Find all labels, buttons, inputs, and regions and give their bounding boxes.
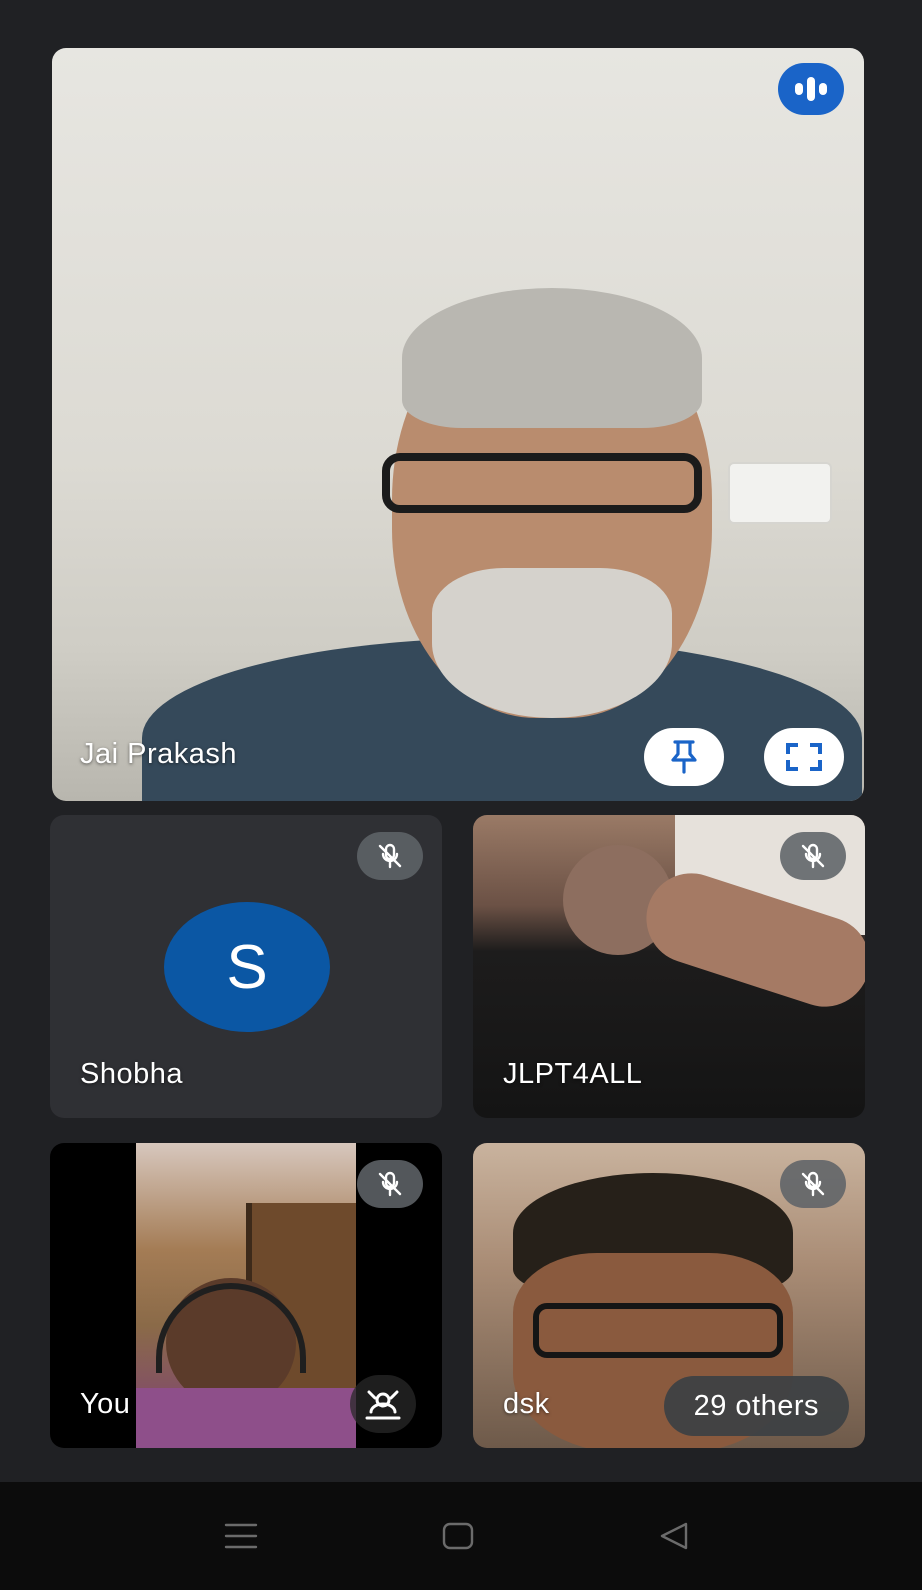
participant-name: You [80,1388,131,1420]
speaker-glasses [382,453,702,513]
participant-name: Jai Prakash [80,738,238,770]
back-icon [660,1522,688,1550]
participant-name: JLPT4ALL [503,1058,643,1090]
participant-tile-jlpt4all[interactable]: JLPT4ALL [473,815,865,1118]
mic-off-icon [357,1160,423,1208]
participant-name: Shobha [80,1058,183,1090]
back-button[interactable] [648,1510,700,1562]
camera-switch-button[interactable] [350,1375,416,1433]
mic-off-icon [780,832,846,880]
pin-button[interactable] [644,728,724,786]
menu-button[interactable] [215,1510,267,1562]
participant-tile-self[interactable]: You [50,1143,442,1448]
avatar-initial: S [226,932,268,1002]
mic-off-icon [357,832,423,880]
mic-off-icon [780,1160,846,1208]
pin-icon [671,740,697,774]
fullscreen-icon [786,743,822,771]
fullscreen-button[interactable] [764,728,844,786]
home-button[interactable] [432,1510,484,1562]
speaking-indicator-icon [778,63,844,115]
participant-glasses [533,1303,783,1358]
avatar: S [164,902,330,1032]
system-navigation-bar [0,1482,922,1590]
participant-tile-shobha[interactable]: S Shobha [50,815,442,1118]
speaker-beard [432,568,672,718]
home-icon [442,1522,474,1550]
camera-switch-icon [365,1390,401,1420]
wall-socket [730,464,830,522]
participant-name: dsk [503,1388,550,1420]
others-label: 29 others [693,1389,819,1422]
self-shirt [136,1388,356,1448]
self-video-preview [136,1143,356,1448]
participant-tile-dsk[interactable]: dsk 29 others [473,1143,865,1448]
main-video-tile[interactable]: Jai Prakash [52,48,864,801]
menu-icon [224,1523,258,1549]
others-button[interactable]: 29 others [663,1376,849,1436]
speaker-hair [402,288,702,428]
